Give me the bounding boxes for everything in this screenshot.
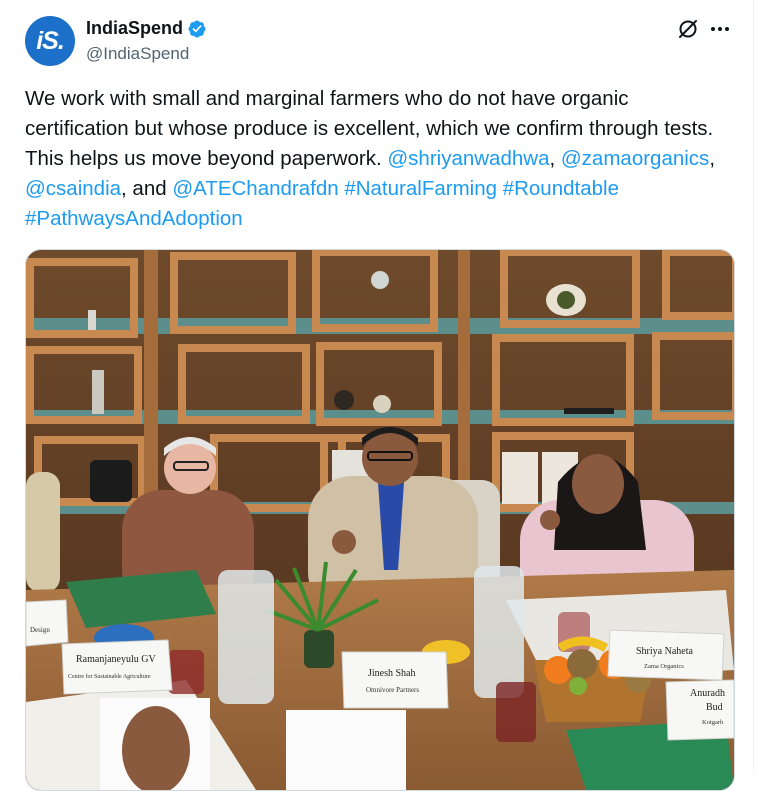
text-separator: , xyxy=(709,147,716,170)
nametag-shriya: Shriya Naheta Zama Organics xyxy=(607,629,725,681)
notepad xyxy=(286,710,406,790)
decor-bag xyxy=(90,460,132,502)
person-edge xyxy=(26,472,60,592)
text-separator: , xyxy=(549,147,561,170)
water-jug xyxy=(218,570,274,704)
avatar-text: iS. xyxy=(36,26,65,55)
glass xyxy=(168,650,204,694)
decor-bottle xyxy=(88,310,96,330)
nametag-ramanjaneyulu-org: Centre for Sustainable Agriculture xyxy=(68,673,151,680)
decor-globe xyxy=(371,271,389,289)
nametag-shriya-org: Zama Organics xyxy=(644,663,684,670)
nametag-anuradha-name: Anuradh xyxy=(690,688,725,699)
nametag-anuradha-name2: Bud xyxy=(706,702,723,713)
decor-figure xyxy=(334,390,354,410)
hashtag-pathwaysandadoption[interactable]: #PathwaysAndAdoption xyxy=(25,207,243,230)
text-separator: , and xyxy=(121,177,173,200)
author-display-name[interactable]: IndiaSpend xyxy=(86,18,183,39)
verified-badge-icon xyxy=(188,19,206,38)
author-handle[interactable]: @IndiaSpend xyxy=(86,44,189,64)
grok-icon[interactable] xyxy=(676,17,700,41)
nametag-ramanjaneyulu: Ramanjaneyulu GV Centre for Sustainable … xyxy=(61,639,173,695)
post-text: We work with small and marginal farmers … xyxy=(25,84,725,234)
decor-bags xyxy=(502,452,538,504)
author-name-row[interactable]: IndiaSpend xyxy=(86,18,207,39)
decor-book xyxy=(564,408,614,414)
decor-lamp xyxy=(92,370,104,414)
nametag-left: Design xyxy=(26,599,69,647)
hashtag-roundtable[interactable]: #Roundtable xyxy=(503,177,619,200)
hashtag-naturalfarming[interactable]: #NaturalFarming xyxy=(344,177,497,200)
photo-illustration: Design Ramanjaneyulu GV Centre for Susta… xyxy=(26,250,734,790)
post-photo[interactable]: Design Ramanjaneyulu GV Centre for Susta… xyxy=(25,249,735,791)
mention-atechandrafdn[interactable]: @ATEChandrafdn xyxy=(172,177,338,200)
decor-sculpture xyxy=(373,395,391,413)
nametag-ramanjaneyulu-name: Ramanjaneyulu GV xyxy=(76,654,156,665)
glass xyxy=(496,682,536,742)
mention-zamaorganics[interactable]: @zamaorganics xyxy=(561,147,709,170)
mention-csaindia[interactable]: @csaindia xyxy=(25,177,121,200)
nametag-anuradha-org: Kotgarh xyxy=(702,719,724,726)
hand xyxy=(122,706,190,790)
nametag-jinesh-org: Omnivore Partners xyxy=(366,686,419,694)
nametag-left-text: Design xyxy=(30,626,50,634)
divider xyxy=(753,0,754,774)
nametag-jinesh-name: Jinesh Shah xyxy=(368,668,416,679)
decor-plant xyxy=(557,291,575,309)
post-card: iS. IndiaSpend @IndiaSpend We work with … xyxy=(0,0,758,791)
avatar[interactable]: iS. xyxy=(25,16,75,66)
nametag-anuradha: Anuradh Bud Kotgarh xyxy=(665,679,734,741)
more-icon[interactable] xyxy=(708,17,732,41)
nametag-shriya-name: Shriya Naheta xyxy=(636,646,693,657)
water-jug xyxy=(474,566,524,698)
mention-shriyanwadhwa[interactable]: @shriyanwadhwa xyxy=(387,147,549,170)
nametag-jinesh: Jinesh Shah Omnivore Partners xyxy=(341,651,449,709)
